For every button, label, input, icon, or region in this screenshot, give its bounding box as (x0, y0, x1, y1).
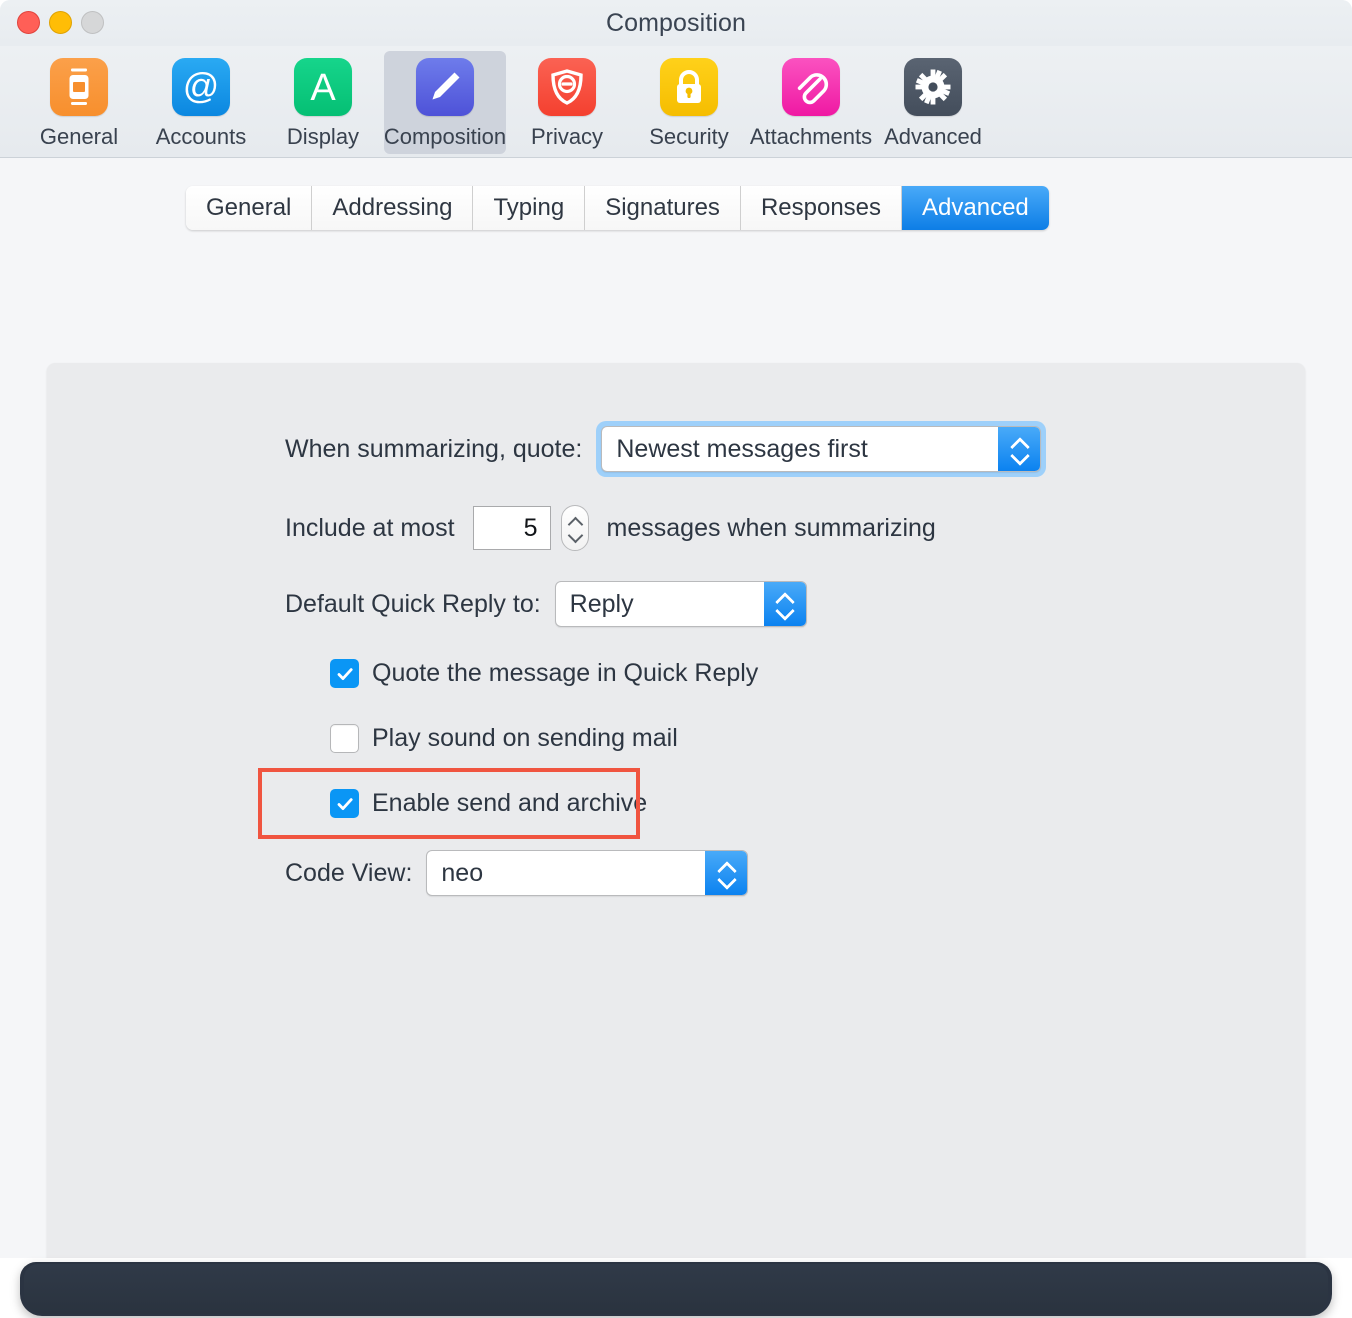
enable-send-and-archive-label: Enable send and archive (372, 789, 648, 817)
tab-signatures[interactable]: Signatures (585, 186, 741, 230)
play-sound-label: Play sound on sending mail (372, 724, 678, 752)
checkmark-icon (337, 797, 353, 810)
row-default-quick-reply: Default Quick Reply to: Reply (285, 581, 807, 627)
include-at-most-label-before: Include at most (285, 513, 455, 542)
mobile-phone-icon (50, 58, 108, 116)
default-quick-reply-select[interactable]: Reply (554, 581, 807, 627)
preferences-window: Composition General @ Accounts A Display… (0, 0, 1352, 1258)
toolbar-item-attachments[interactable]: Attachments (750, 51, 872, 154)
row-summarize-quote: When summarizing, quote: Newest messages… (285, 421, 1047, 477)
row-quote-in-quick-reply[interactable]: Quote the message in Quick Reply (330, 659, 758, 688)
toolbar-item-display[interactable]: A Display (262, 51, 384, 154)
row-play-sound[interactable]: Play sound on sending mail (330, 724, 678, 753)
preferences-toolbar: General @ Accounts A Display Composition… (0, 46, 1352, 158)
row-enable-send-and-archive[interactable]: Enable send and archive (330, 789, 647, 818)
toolbar-item-label: Security (649, 124, 729, 149)
chevron-updown-icon[interactable] (705, 851, 748, 895)
toolbar-item-label: Accounts (155, 124, 247, 149)
toolbar-item-security[interactable]: Security (628, 51, 750, 154)
svg-text:A: A (310, 67, 336, 109)
toolbar-item-label: Advanced (884, 124, 982, 149)
include-at-most-label-after: messages when summarizing (606, 513, 936, 542)
quote-in-quick-reply-label: Quote the message in Quick Reply (372, 659, 759, 687)
toolbar-item-accounts[interactable]: @ Accounts (140, 51, 262, 154)
tab-addressing[interactable]: Addressing (312, 186, 474, 230)
play-sound-checkbox[interactable] (330, 724, 359, 753)
toolbar-item-label: Privacy (530, 124, 604, 149)
pencil-icon (416, 58, 474, 116)
tab-general[interactable]: General (186, 186, 313, 230)
include-at-most-input[interactable]: 5 (472, 506, 551, 550)
tab-typing[interactable]: Typing (473, 186, 586, 230)
toolbar-item-label: General (39, 124, 119, 149)
shield-minus-icon (538, 58, 596, 116)
at-sign-icon: @ (172, 58, 230, 116)
default-quick-reply-value: Reply (569, 589, 634, 618)
toolbar-item-general[interactable]: General (18, 51, 140, 154)
tab-responses[interactable]: Responses (740, 186, 903, 230)
letter-a-icon: A (294, 58, 352, 116)
checkmark-icon (337, 667, 353, 680)
toolbar-item-privacy[interactable]: Privacy (506, 51, 628, 154)
default-quick-reply-label: Default Quick Reply to: (285, 589, 541, 618)
summarize-quote-select[interactable]: Newest messages first (601, 426, 1042, 472)
summarize-quote-value: Newest messages first (616, 434, 868, 463)
toolbar-item-advanced[interactable]: Advanced (872, 51, 994, 154)
paperclip-icon (782, 58, 840, 116)
chevron-updown-icon[interactable] (763, 582, 806, 626)
bottom-dock-bar (20, 1262, 1332, 1316)
code-view-select[interactable]: neo (426, 850, 749, 896)
chevron-updown-icon[interactable] (998, 427, 1041, 471)
include-at-most-stepper[interactable] (560, 505, 589, 551)
summarize-quote-focus-ring: Newest messages first (596, 421, 1047, 477)
toolbar-item-label: Composition (383, 124, 507, 149)
svg-text:@: @ (183, 65, 220, 106)
window-titlebar: Composition (0, 0, 1352, 46)
settings-panel: When summarizing, quote: Newest messages… (47, 363, 1305, 1258)
row-code-view: Code View: neo (285, 850, 749, 896)
toolbar-item-composition[interactable]: Composition (384, 51, 506, 154)
code-view-label: Code View: (285, 858, 413, 887)
row-include-at-most: Include at most 5 messages when summariz… (285, 505, 936, 551)
gear-icon (904, 58, 962, 116)
quote-in-quick-reply-checkbox[interactable] (330, 659, 359, 688)
window-title: Composition (605, 9, 747, 37)
toolbar-item-label: Display (286, 124, 360, 149)
summarize-quote-label: When summarizing, quote: (285, 434, 583, 463)
tab-bar: General Addressing Typing Signatures Res… (186, 186, 1049, 230)
tab-advanced[interactable]: Advanced (902, 186, 1049, 230)
code-view-value: neo (441, 858, 484, 887)
enable-send-and-archive-checkbox[interactable] (330, 789, 359, 818)
toolbar-item-label: Attachments (749, 124, 873, 149)
padlock-icon (660, 58, 718, 116)
preferences-content: General Addressing Typing Signatures Res… (0, 158, 1352, 1258)
